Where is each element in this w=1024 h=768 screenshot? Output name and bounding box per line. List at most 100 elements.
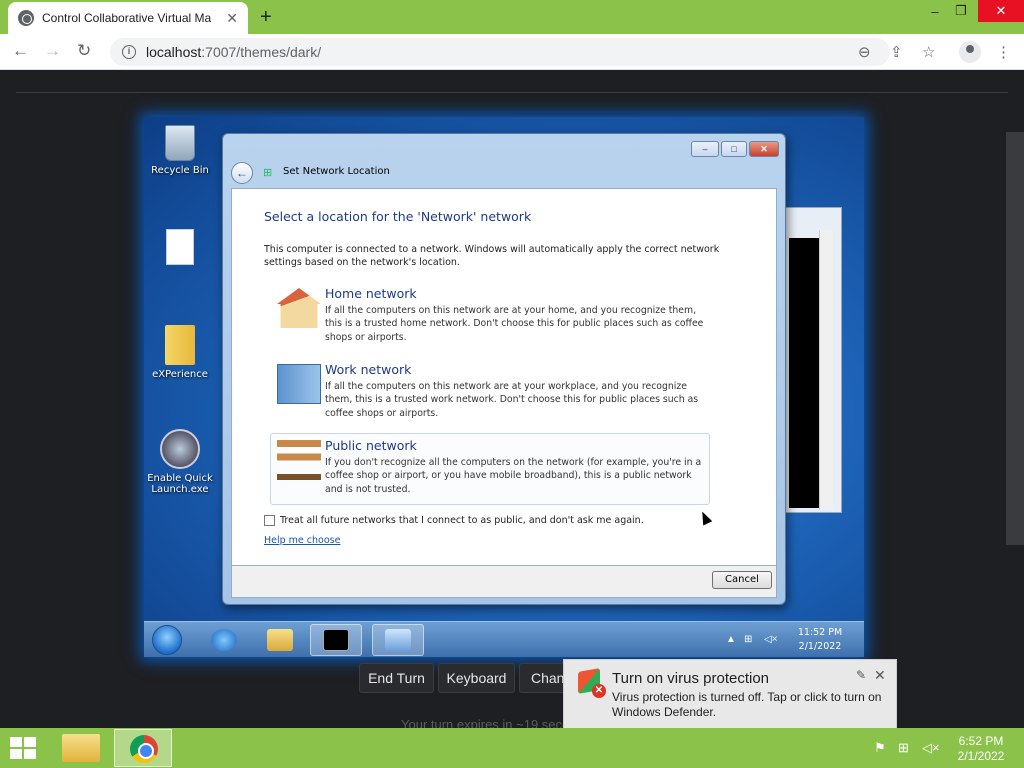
option-name: Home network xyxy=(325,286,417,301)
back-button[interactable]: ← xyxy=(12,41,29,61)
dialog-intro: This computer is connected to a network.… xyxy=(264,244,720,268)
dialog-minimize-button[interactable]: – xyxy=(691,141,719,157)
browser-toolbar: ← → ↻ i localhost:7007/themes/dark/ ⊖ ⇪ … xyxy=(0,34,1024,70)
dialog-close-button[interactable]: ✕ xyxy=(749,141,779,157)
vm-clock[interactable]: 11:52 PM 2/1/2022 xyxy=(792,626,848,654)
console-scrollbar[interactable] xyxy=(819,230,833,510)
dialog-body: Select a location for the 'Network' netw… xyxy=(231,188,777,566)
restore-button[interactable]: ❐ xyxy=(944,0,978,22)
option-description: If all the computers on this network are… xyxy=(325,381,699,419)
notification-message: Virus protection is turned off. Tap or c… xyxy=(612,690,882,719)
console-icon xyxy=(323,629,349,651)
recycle-bin-desktop-icon[interactable]: Recycle Bin xyxy=(144,125,216,176)
set-network-location-dialog: – □ ✕ ← ⊞ Set Network Location Select a … xyxy=(222,133,786,605)
help-me-choose-link[interactable]: Help me choose xyxy=(264,535,340,546)
desktop-icon-label: eXPerience xyxy=(152,369,208,380)
vm-clock-time: 11:52 PM xyxy=(797,627,843,638)
public-network-option[interactable]: Public network If you don't recognize al… xyxy=(270,433,710,505)
option-description: If all the computers on this network are… xyxy=(325,305,704,343)
chrome-icon xyxy=(130,735,158,763)
internet-explorer-icon xyxy=(211,629,237,651)
document-icon xyxy=(166,229,194,265)
option-name: Work network xyxy=(325,362,412,377)
park-bench-icon xyxy=(277,440,321,480)
back-arrow-icon[interactable]: ← xyxy=(231,162,253,184)
cancel-button[interactable]: Cancel xyxy=(712,571,772,589)
vm-clock-date: 2/1/2022 xyxy=(798,641,842,652)
folder-icon xyxy=(165,325,195,365)
dialog-heading: Select a location for the 'Network' netw… xyxy=(264,209,532,224)
host-clock[interactable]: 6:52 PM 2/1/2022 xyxy=(946,734,1016,764)
recycle-bin-icon xyxy=(165,125,195,161)
taskbar-ie-button[interactable] xyxy=(198,624,250,656)
experience-desktop-icon[interactable]: eXPerience xyxy=(144,325,216,380)
file-explorer-icon[interactable] xyxy=(62,734,100,762)
url-path: :7007/themes/dark/ xyxy=(201,44,322,60)
notification-close-icon[interactable]: ✕ xyxy=(874,667,886,684)
option-description: If you don't recognize all the computers… xyxy=(325,457,702,495)
mouse-cursor-icon xyxy=(697,509,713,526)
forward-button[interactable]: → xyxy=(44,41,61,61)
volume-muted-icon[interactable]: ◁× xyxy=(922,740,940,756)
option-name: Public network xyxy=(325,438,417,453)
quick-launch-icon xyxy=(160,429,200,469)
error-icon: ✕ xyxy=(592,684,606,698)
pin-icon[interactable]: ✎ xyxy=(856,668,866,682)
dialog-title: Set Network Location xyxy=(283,166,390,177)
host-taskbar: ⚑ ⊞ ◁× 6:52 PM 2/1/2022 xyxy=(0,728,1024,768)
home-network-option[interactable]: Home network If all the computers on thi… xyxy=(270,281,710,353)
keyboard-button[interactable]: Keyboard xyxy=(438,663,515,693)
desktop-icon-label: Enable Quick Launch.exe xyxy=(147,473,213,495)
desktop-icon-label: Recycle Bin xyxy=(151,165,209,176)
taskbar-console-button[interactable] xyxy=(310,624,362,656)
dialog-footer: Cancel xyxy=(231,566,777,598)
console-window[interactable] xyxy=(784,207,842,513)
tab-close-icon[interactable]: ✕ xyxy=(226,10,238,27)
start-orb-icon[interactable] xyxy=(152,625,182,655)
network-tray-icon[interactable]: ⊞ xyxy=(898,740,909,756)
info-icon[interactable]: i xyxy=(122,45,136,59)
treat-public-checkbox[interactable] xyxy=(264,515,275,526)
url-host: localhost xyxy=(146,44,202,60)
notification-title: Turn on virus protection xyxy=(612,670,770,687)
vm-screen[interactable]: Recycle Bin eXPerience Enable Quick Laun… xyxy=(144,117,864,657)
taskbar-chrome-button[interactable] xyxy=(114,729,172,767)
host-clock-date: 2/1/2022 xyxy=(957,749,1005,763)
virus-protection-notification[interactable]: ✕ Turn on virus protection Virus protect… xyxy=(563,659,897,729)
network-icon: ⊞ xyxy=(263,167,273,179)
bookmark-star-icon[interactable]: ☆ xyxy=(922,43,935,61)
checkbox-label: Treat all future networks that I connect… xyxy=(280,515,644,526)
host-clock-time: 6:52 PM xyxy=(958,734,1004,748)
document-desktop-icon[interactable] xyxy=(144,229,216,269)
vm-taskbar: ▲ ⊞ ◁× 11:52 PM 2/1/2022 xyxy=(144,621,864,657)
home-icon xyxy=(277,288,321,328)
zoom-icon[interactable]: ⊖ xyxy=(858,43,871,61)
show-hidden-icons[interactable]: ▲ xyxy=(726,634,736,645)
close-window-button[interactable]: ✕ xyxy=(978,0,1024,22)
tab-strip: Control Collaborative Virtual Ma ✕ + – ❐… xyxy=(0,0,1024,34)
browser-tab[interactable]: Control Collaborative Virtual Ma ✕ xyxy=(8,2,248,34)
share-icon[interactable]: ⇪ xyxy=(890,43,903,61)
quick-launch-desktop-icon[interactable]: Enable Quick Launch.exe xyxy=(144,429,216,495)
action-center-icon[interactable]: ⚑ xyxy=(874,740,886,756)
new-tab-button[interactable]: + xyxy=(260,6,272,29)
network-tray-icon[interactable]: ⊞ xyxy=(744,634,752,645)
end-turn-button[interactable]: End Turn xyxy=(359,663,434,693)
volume-muted-icon[interactable]: ◁× xyxy=(764,634,778,645)
taskbar-network-button[interactable] xyxy=(372,624,424,656)
windows-start-icon[interactable] xyxy=(10,737,38,759)
address-bar[interactable]: i localhost:7007/themes/dark/ xyxy=(110,38,890,66)
dialog-maximize-button[interactable]: □ xyxy=(721,141,747,157)
profile-avatar[interactable] xyxy=(959,41,981,63)
taskbar-explorer-button[interactable] xyxy=(254,624,306,656)
page-scrollbar[interactable] xyxy=(1006,132,1024,545)
menu-icon[interactable]: ⋮ xyxy=(996,43,1011,61)
work-network-option[interactable]: Work network If all the computers on thi… xyxy=(270,357,710,429)
globe-icon xyxy=(18,10,34,26)
reload-button[interactable]: ↻ xyxy=(77,41,91,61)
tab-title: Control Collaborative Virtual Ma xyxy=(42,11,212,25)
divider xyxy=(16,92,1008,93)
office-building-icon xyxy=(277,364,321,404)
treat-public-checkbox-row[interactable]: Treat all future networks that I connect… xyxy=(264,515,644,526)
folder-icon xyxy=(267,629,293,651)
